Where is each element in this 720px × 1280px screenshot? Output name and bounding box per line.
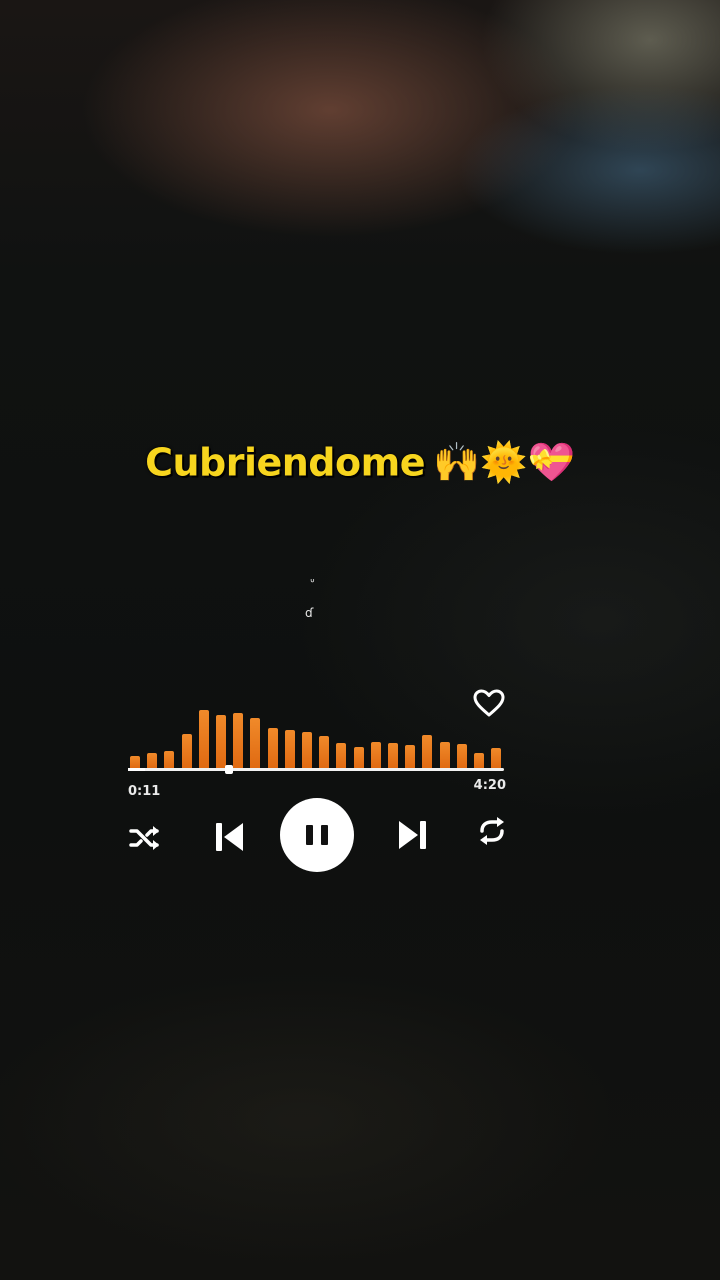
waveform-bar [388,743,398,768]
waveform-bar [147,753,158,768]
audio-waveform [126,688,510,768]
waveform-bar [216,715,226,768]
waveform-bar [405,745,416,768]
decorative-mark: ᐡ [310,576,315,590]
waveform-bar [250,718,261,768]
previous-button[interactable] [214,820,246,854]
waveform-bar [233,713,244,768]
total-time: 4:20 [473,778,506,793]
repeat-button[interactable] [476,816,508,846]
pause-button[interactable] [280,798,354,872]
waveform-bar [198,710,209,768]
shuffle-button[interactable] [128,824,162,852]
waveform-bar [336,743,347,768]
decorative-mark: ɗ [305,606,314,620]
waveform-bar [370,742,381,768]
song-caption: Cubriendome 🙌🌞💝 [0,440,720,486]
waveform-bar [267,728,278,768]
waveform-bar [302,732,312,768]
next-button[interactable] [396,818,428,852]
skip-next-icon [399,821,426,849]
music-player-widget: 0:11 4:20 [126,688,510,878]
waveform-bar [319,736,330,768]
waveform-bar [353,747,364,768]
repeat-icon [480,817,504,845]
song-title: Cubriendome [144,440,426,486]
shuffle-icon [129,826,159,850]
waveform-bar [456,744,467,768]
waveform-bar [491,748,502,768]
elapsed-time: 0:11 [128,784,161,799]
waveform-bar [164,751,175,768]
skip-previous-icon [216,823,243,851]
progress-fill [128,768,145,771]
progress-slider[interactable] [128,765,504,774]
waveform-bar [284,730,295,768]
waveform-bar [474,753,484,768]
progress-thumb[interactable] [224,765,233,774]
waveform-bar [181,734,192,768]
waveform-bar [439,742,450,768]
caption-emojis: 🙌🌞💝 [432,440,575,484]
waveform-bar [130,756,140,768]
story-background: Cubriendome 🙌🌞💝 ᐡ ɗ 0:11 4:20 [0,0,720,1280]
waveform-bar [422,735,433,768]
